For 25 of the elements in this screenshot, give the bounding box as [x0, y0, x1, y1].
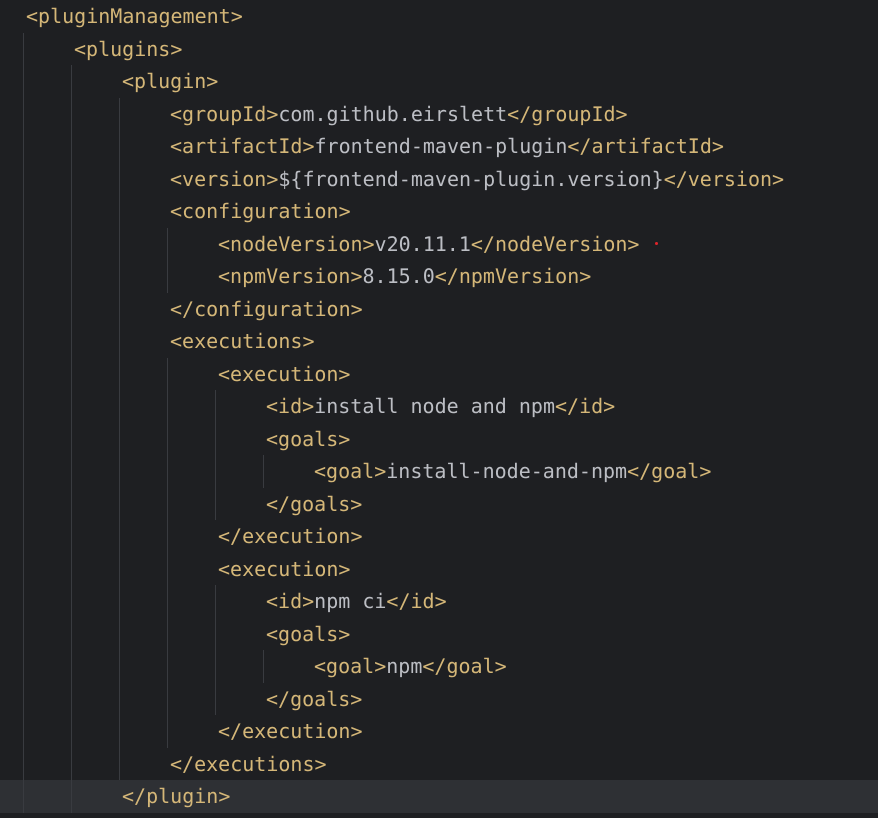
code-line: <plugins> — [74, 36, 182, 62]
code-line: <plugin> — [122, 68, 218, 94]
code-line: <configuration> — [170, 198, 351, 224]
code-line: <nodeVersion>v20.11.1</nodeVersion> — [218, 230, 640, 257]
code-line: <execution> — [218, 556, 350, 582]
code-line: </goals> — [266, 490, 362, 517]
code-line: <artifactId>frontend-maven-plugin</artifactId> — [170, 133, 724, 160]
code-line: <goal>npm</goal> — [314, 653, 507, 680]
code-line: </configuration> — [170, 296, 363, 322]
code-line: <pluginManagement> — [26, 3, 243, 30]
code-line: <version>${frontend-maven-plugin.version}</version> — [170, 166, 784, 192]
code-line: <execution> — [218, 360, 350, 387]
code-line: <id>install node and npm</id> — [266, 393, 616, 420]
code-line: </executions> — [170, 750, 327, 777]
code-line: <goals> — [266, 620, 350, 647]
code-line: <goal>install-node-and-npm</goal> — [314, 458, 712, 484]
code-line: </execution> — [218, 523, 362, 550]
code-line: <id>npm ci</id> — [266, 588, 447, 614]
code-line: </execution> — [218, 718, 362, 744]
code-line: <executions> — [170, 328, 314, 354]
code-line: <goals> — [266, 426, 350, 452]
code-line: <groupId>com.github.eirslett</groupId> — [170, 100, 628, 127]
code-line: <npmVersion>8.15.0</npmVersion> — [218, 263, 592, 290]
code-line: </plugin> — [122, 783, 230, 810]
code-line: </goals> — [266, 686, 362, 712]
